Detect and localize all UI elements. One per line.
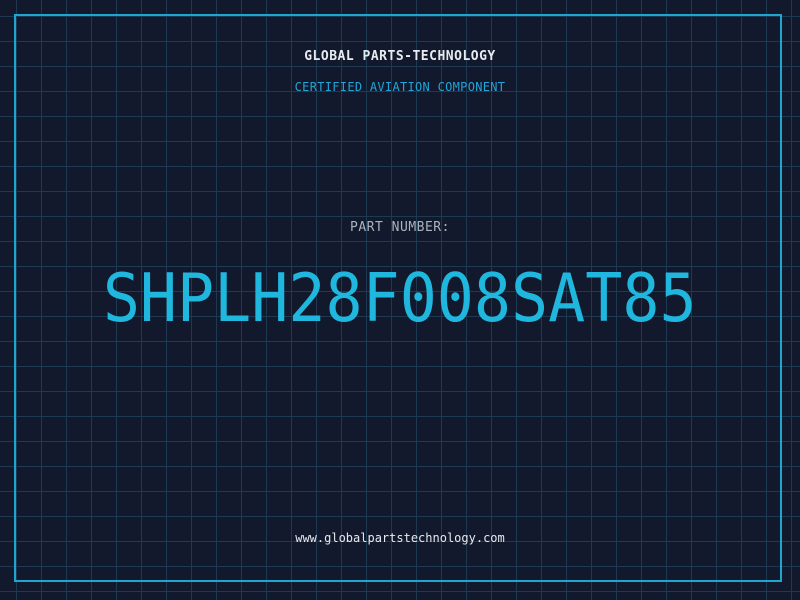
certification-tagline: CERTIFIED AVIATION COMPONENT — [294, 80, 506, 94]
website-url[interactable]: www.globalpartstechnology.com — [0, 531, 800, 545]
part-number-label: PART NUMBER: — [350, 220, 450, 235]
label-card: GLOBAL PARTS-TECHNOLOGY CERTIFIED AVIATI… — [0, 0, 800, 600]
part-number-container: SHPLH28F008SAT85 — [36, 262, 764, 334]
company-name: GLOBAL PARTS-TECHNOLOGY — [304, 49, 496, 64]
part-number-value: SHPLH28F008SAT85 — [103, 259, 697, 337]
